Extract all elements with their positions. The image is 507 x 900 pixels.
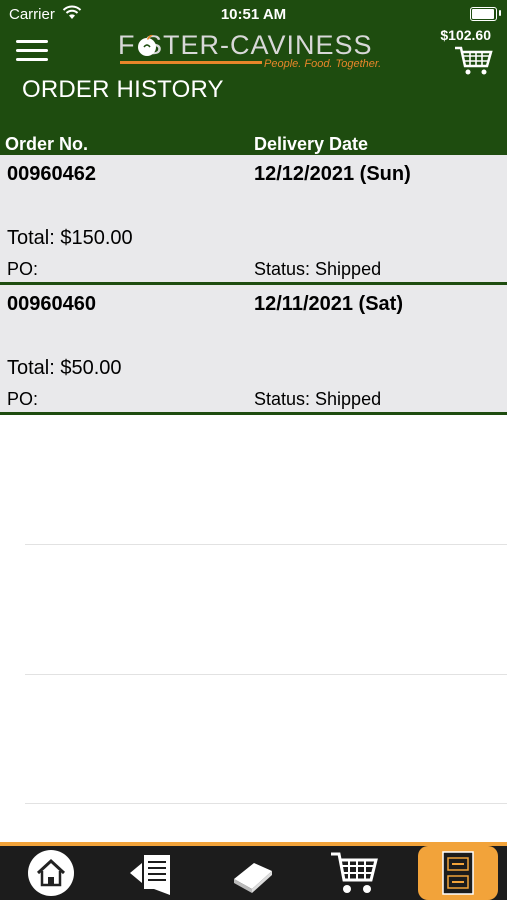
order-row[interactable]: 00960460 12/11/2021 (Sat) Total: $50.00 …	[0, 285, 507, 415]
clock: 10:51 AM	[220, 6, 287, 23]
column-header-order-no: Order No.	[5, 134, 89, 154]
order-po: PO:	[7, 259, 39, 279]
bottom-tab-bar	[0, 842, 507, 900]
empty-row-divider	[25, 803, 507, 804]
order-number: 00960462	[7, 163, 96, 185]
tab-order-list[interactable]	[101, 846, 202, 900]
empty-row-divider	[25, 674, 507, 675]
order-history-icon	[442, 851, 474, 895]
foster-caviness-logo: F STER-CAVINESS People. Food. Together.	[118, 30, 393, 74]
order-number: 00960460	[7, 293, 96, 315]
catalog-book-icon	[233, 863, 272, 893]
tab-order-history[interactable]	[418, 846, 498, 900]
cart-icon[interactable]	[453, 44, 493, 76]
delivery-date: 12/12/2021 (Sun)	[254, 163, 411, 185]
delivery-date: 12/11/2021 (Sat)	[254, 293, 403, 315]
page-title: ORDER HISTORY	[22, 76, 224, 103]
logo-tagline: People. Food. Together.	[264, 58, 382, 70]
hamburger-menu-icon[interactable]	[16, 40, 48, 62]
order-total: Total: $150.00	[7, 227, 133, 249]
order-status: Status: Shipped	[254, 389, 382, 409]
tab-catalog[interactable]	[202, 846, 303, 900]
order-po: PO:	[7, 389, 39, 409]
status-bar: Carrier 10:51 AM	[0, 0, 507, 30]
home-icon	[27, 850, 74, 896]
cart-total[interactable]: $102.60	[440, 27, 491, 43]
tab-cart[interactable]	[303, 846, 404, 900]
order-row[interactable]: 00960462 12/12/2021 (Sun) Total: $150.00…	[0, 155, 507, 285]
apple-logo-icon	[138, 34, 156, 56]
order-status: Status: Shipped	[254, 259, 382, 279]
order-total: Total: $50.00	[7, 357, 122, 379]
order-list-icon	[129, 855, 170, 895]
column-header-delivery-date: Delivery Date	[254, 134, 369, 154]
battery-icon	[470, 7, 497, 21]
app-header: Carrier 10:51 AM F STER-CAVINESS People.…	[0, 0, 507, 155]
tab-home[interactable]	[0, 846, 101, 900]
empty-row-divider	[25, 544, 507, 545]
cart-icon	[330, 852, 378, 893]
order-list: 00960462 12/12/2021 (Sun) Total: $150.00…	[0, 155, 507, 415]
